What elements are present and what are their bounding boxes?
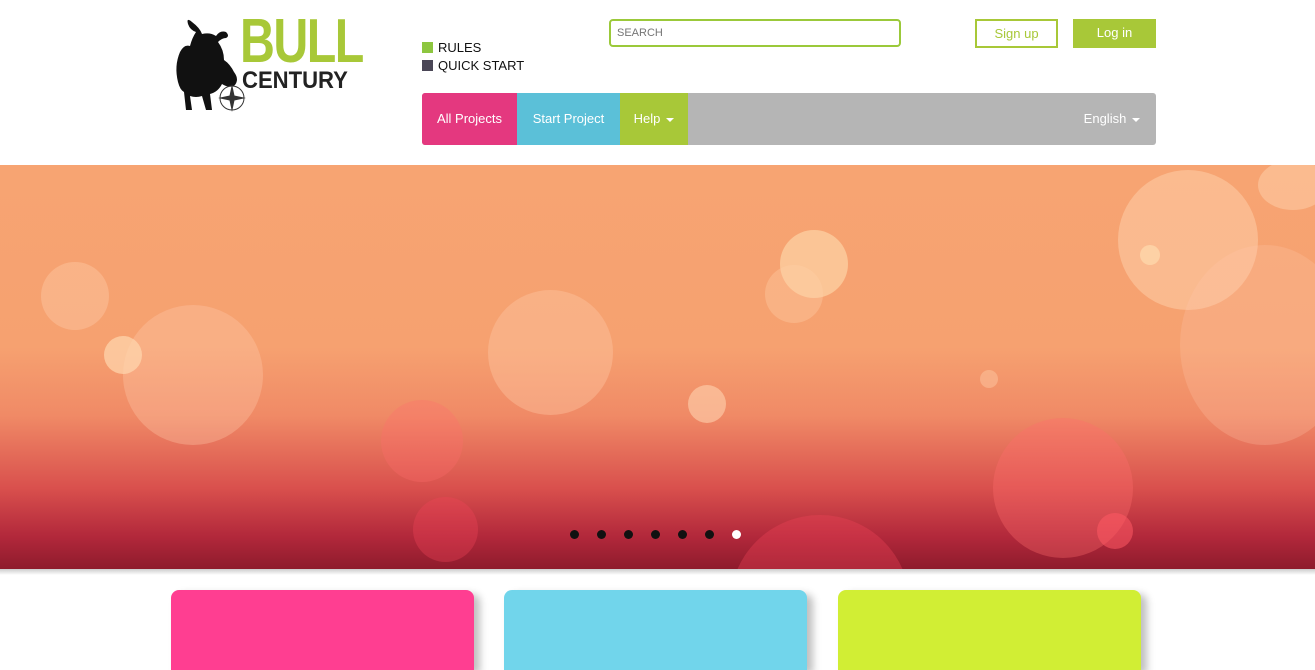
nav-start-project-label: Start Project (532, 111, 605, 126)
rules-link-label: RULES (438, 39, 482, 55)
bull-century-logo[interactable]: BULL CENTURY (170, 11, 365, 121)
bokeh-circle (413, 497, 478, 562)
search-input[interactable] (609, 19, 901, 47)
carousel-dot-active[interactable] (732, 530, 741, 539)
quick-start-link[interactable]: QUICK START (422, 56, 524, 74)
caret-down-icon (1132, 117, 1141, 122)
category-card-green[interactable] (838, 590, 1141, 670)
bull-icon (176, 19, 246, 112)
rules-link[interactable]: RULES (422, 38, 524, 56)
nav-help-dropdown[interactable]: Help (620, 93, 688, 145)
carousel-dot[interactable] (570, 530, 579, 539)
quick-start-link-label: QUICK START (438, 57, 525, 73)
bokeh-circle (765, 265, 823, 323)
bokeh-circle (980, 370, 998, 388)
bokeh-circle (688, 385, 726, 423)
category-card-blue[interactable] (504, 590, 807, 670)
caret-down-icon (666, 117, 675, 122)
green-square-icon (422, 41, 433, 53)
login-button[interactable]: Log in (1073, 19, 1156, 48)
nav-start-project[interactable]: Start Project (517, 93, 620, 145)
bokeh-circle (41, 262, 109, 330)
signup-button[interactable]: Sign up (975, 19, 1058, 48)
bokeh-circle (730, 515, 910, 569)
nav-all-projects[interactable]: All Projects (422, 93, 517, 145)
carousel-dot[interactable] (678, 530, 687, 539)
bokeh-circle (1140, 245, 1160, 265)
bokeh-circle (1258, 165, 1315, 210)
category-card-pink[interactable] (171, 590, 474, 670)
carousel-dot[interactable] (651, 530, 660, 539)
brand-line1: BULL (240, 7, 364, 76)
bokeh-circle (1097, 513, 1133, 549)
carousel-dot[interactable] (624, 530, 633, 539)
main-nav: All Projects Start Project Help English (422, 93, 1156, 145)
carousel-indicators (570, 530, 759, 540)
bokeh-circle (123, 305, 263, 445)
carousel-dot[interactable] (597, 530, 606, 539)
bokeh-circle (104, 336, 142, 374)
hero-carousel (0, 165, 1315, 569)
language-label: English (1083, 111, 1127, 126)
nav-all-projects-label: All Projects (436, 111, 503, 126)
carousel-dot[interactable] (705, 530, 714, 539)
dark-square-icon (422, 59, 433, 71)
hero-shadow (0, 569, 1315, 575)
quick-links: RULES QUICK START (422, 38, 524, 74)
bokeh-circle (488, 290, 613, 415)
nav-help-label: Help (633, 111, 661, 126)
brand-line2: CENTURY (242, 67, 348, 94)
header: BULL CENTURY RULES QUICK START Sign up L… (0, 0, 1315, 165)
language-dropdown[interactable]: English (1072, 93, 1152, 145)
bokeh-circle (381, 400, 463, 482)
